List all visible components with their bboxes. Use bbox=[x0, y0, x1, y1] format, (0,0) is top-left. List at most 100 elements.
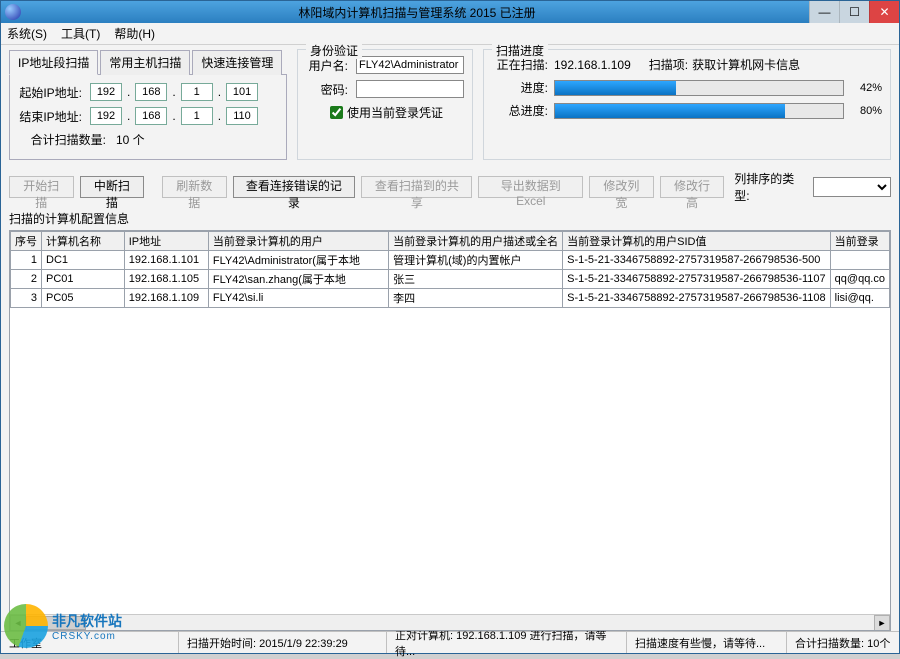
table-cell: FLY42\Administrator(属于本地 bbox=[208, 251, 388, 270]
table-cell: 李四 bbox=[389, 289, 563, 308]
column-header[interactable]: 当前登录计算机的用户描述或全名 bbox=[389, 232, 563, 251]
table-cell: S-1-5-21-3346758892-2757319587-266798536… bbox=[563, 251, 831, 270]
scan-config: IP地址段扫描 常用主机扫描 快速连接管理 起始IP地址: . . . 结束IP… bbox=[9, 49, 287, 160]
table-cell: 2 bbox=[11, 270, 42, 289]
scroll-left-icon[interactable]: ◄ bbox=[10, 615, 26, 631]
status-copyright: 工作室 bbox=[1, 632, 179, 653]
titlebar: 林阳域内计算机扫描与管理系统 2015 已注册 — ☐ ✕ bbox=[1, 1, 899, 23]
table-cell: 192.168.1.109 bbox=[124, 289, 208, 308]
minimize-button[interactable]: — bbox=[809, 1, 839, 23]
refresh-button[interactable]: 刷新数据 bbox=[162, 176, 227, 198]
export-excel-button[interactable]: 导出数据到Excel bbox=[478, 176, 583, 198]
start-scan-button[interactable]: 开始扫描 bbox=[9, 176, 74, 198]
app-window: 林阳域内计算机扫描与管理系统 2015 已注册 — ☐ ✕ 系统(S) 工具(T… bbox=[0, 0, 900, 654]
tab-ipscan[interactable]: IP地址段扫描 bbox=[9, 50, 98, 75]
ipscan-panel: 起始IP地址: . . . 结束IP地址: . . . 合计扫描数量 bbox=[9, 74, 287, 160]
menu-system[interactable]: 系统(S) bbox=[7, 25, 47, 42]
menubar: 系统(S) 工具(T) 帮助(H) bbox=[1, 23, 899, 45]
table-row[interactable]: 3PC05192.168.1.109FLY42\si.li李四S-1-5-21-… bbox=[11, 289, 890, 308]
end-ip-2[interactable] bbox=[135, 107, 167, 125]
menu-help[interactable]: 帮助(H) bbox=[114, 25, 155, 42]
table-cell: 3 bbox=[11, 289, 42, 308]
menu-tools[interactable]: 工具(T) bbox=[61, 25, 100, 42]
maximize-button[interactable]: ☐ bbox=[839, 1, 869, 23]
progress-pct: 42% bbox=[852, 82, 882, 94]
end-ip-label: 结束IP地址: bbox=[16, 108, 82, 125]
progress-bar bbox=[554, 80, 844, 96]
main-area: IP地址段扫描 常用主机扫描 快速连接管理 起始IP地址: . . . 结束IP… bbox=[1, 45, 899, 631]
close-button[interactable]: ✕ bbox=[869, 1, 899, 23]
start-ip-4[interactable] bbox=[226, 83, 258, 101]
auth-group: 身份验证 用户名: 密码: 使用当前登录凭证 bbox=[297, 49, 473, 160]
sort-label: 列排序的类型: bbox=[734, 170, 807, 204]
table-cell: 192.168.1.105 bbox=[124, 270, 208, 289]
pwd-label: 密码: bbox=[306, 81, 348, 98]
table-cell: FLY42\si.li bbox=[208, 289, 388, 308]
column-header[interactable]: IP地址 bbox=[124, 232, 208, 251]
username-input[interactable] bbox=[356, 56, 464, 74]
stop-scan-button[interactable]: 中断扫描 bbox=[80, 176, 145, 198]
table-row[interactable]: 1DC1192.168.1.101FLY42\Administrator(属于本… bbox=[11, 251, 890, 270]
table-row[interactable]: 2PC01192.168.1.105FLY42\san.zhang(属于本地张三… bbox=[11, 270, 890, 289]
table-cell: S-1-5-21-3346758892-2757319587-266798536… bbox=[563, 289, 831, 308]
table-cell: 张三 bbox=[389, 270, 563, 289]
count-value: 10 个 bbox=[116, 131, 145, 148]
start-ip-1[interactable] bbox=[90, 83, 122, 101]
use-current-checkbox[interactable] bbox=[330, 106, 343, 119]
window-title: 林阳域内计算机扫描与管理系统 2015 已注册 bbox=[25, 4, 809, 21]
table-label: 扫描的计算机配置信息 bbox=[9, 210, 891, 227]
column-header[interactable]: 计算机名称 bbox=[42, 232, 125, 251]
scanning-ip: 192.168.1.109 bbox=[554, 58, 631, 72]
horizontal-scrollbar[interactable]: ◄ ► bbox=[10, 614, 890, 630]
scanitem-value: 获取计算机网卡信息 bbox=[692, 56, 800, 73]
user-label: 用户名: bbox=[306, 57, 348, 74]
end-ip-4[interactable] bbox=[226, 107, 258, 125]
status-start-time: 扫描开始时间: 2015/1/9 22:39:29 bbox=[179, 632, 387, 653]
use-current-label: 使用当前登录凭证 bbox=[347, 104, 443, 121]
progress-group: 扫描进度 正在扫描: 192.168.1.109 扫描项: 获取计算机网卡信息 … bbox=[483, 49, 891, 160]
table-cell: 192.168.1.101 bbox=[124, 251, 208, 270]
table-cell: qq@qq.co bbox=[830, 270, 889, 289]
end-ip-3[interactable] bbox=[181, 107, 213, 125]
status-current: 正对计算机: 192.168.1.109 进行扫描，请等待... bbox=[387, 632, 627, 653]
view-errors-button[interactable]: 查看连接错误的记录 bbox=[233, 176, 356, 198]
column-header[interactable]: 当前登录 bbox=[830, 232, 889, 251]
scroll-right-icon[interactable]: ► bbox=[874, 615, 890, 631]
table-cell: 1 bbox=[11, 251, 42, 270]
toolbar: 开始扫描 中断扫描 刷新数据 查看连接错误的记录 查看扫描到的共享 导出数据到E… bbox=[9, 170, 891, 204]
tab-hostscan[interactable]: 常用主机扫描 bbox=[100, 50, 190, 75]
results-table-wrap: 序号计算机名称IP地址当前登录计算机的用户当前登录计算机的用户描述或全名当前登录… bbox=[9, 230, 891, 631]
auth-legend: 身份验证 bbox=[306, 42, 362, 59]
table-cell: PC05 bbox=[42, 289, 125, 308]
scanitem-label: 扫描项: bbox=[649, 56, 688, 73]
table-cell: PC01 bbox=[42, 270, 125, 289]
status-speed: 扫描速度有些慢，请等待... bbox=[627, 632, 787, 653]
start-ip-2[interactable] bbox=[135, 83, 167, 101]
count-label: 合计扫描数量: bbox=[16, 131, 106, 148]
scroll-thumb[interactable] bbox=[26, 616, 86, 630]
total-pct: 80% bbox=[852, 105, 882, 117]
table-cell bbox=[830, 251, 889, 270]
column-header[interactable]: 序号 bbox=[11, 232, 42, 251]
password-input[interactable] bbox=[356, 80, 464, 98]
progress-legend: 扫描进度 bbox=[492, 42, 548, 59]
row-height-button[interactable]: 修改行高 bbox=[660, 176, 725, 198]
sort-type-select[interactable] bbox=[813, 177, 891, 197]
results-table: 序号计算机名称IP地址当前登录计算机的用户当前登录计算机的用户描述或全名当前登录… bbox=[10, 231, 890, 308]
total-label: 总进度: bbox=[492, 102, 548, 119]
col-width-button[interactable]: 修改列宽 bbox=[589, 176, 654, 198]
start-ip-3[interactable] bbox=[181, 83, 213, 101]
status-count: 合计扫描数量: 10个 bbox=[787, 632, 899, 653]
column-header[interactable]: 当前登录计算机的用户SID值 bbox=[563, 232, 831, 251]
table-cell: DC1 bbox=[42, 251, 125, 270]
table-cell: lisi@qq. bbox=[830, 289, 889, 308]
table-cell: FLY42\san.zhang(属于本地 bbox=[208, 270, 388, 289]
view-shares-button[interactable]: 查看扫描到的共享 bbox=[361, 176, 472, 198]
statusbar: 工作室 扫描开始时间: 2015/1/9 22:39:29 正对计算机: 192… bbox=[1, 631, 899, 653]
tab-connmgr[interactable]: 快速连接管理 bbox=[192, 50, 282, 75]
total-progress-bar bbox=[554, 103, 844, 119]
app-icon bbox=[5, 4, 21, 20]
end-ip-1[interactable] bbox=[90, 107, 122, 125]
column-header[interactable]: 当前登录计算机的用户 bbox=[208, 232, 388, 251]
start-ip-label: 起始IP地址: bbox=[16, 84, 82, 101]
